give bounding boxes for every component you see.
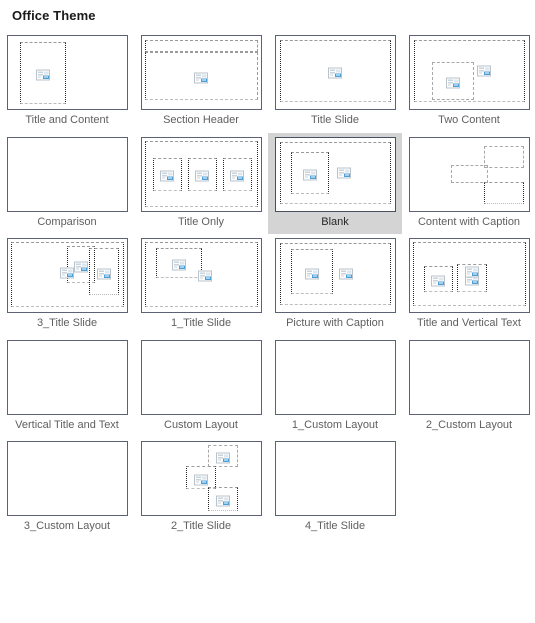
layout-row: 3_Custom Layout 2_Title Slide 4_Title Slid… bbox=[0, 437, 535, 539]
layout-item-3-custom-layout[interactable]: 3_Custom Layout bbox=[0, 437, 134, 539]
layout-thumbnail[interactable] bbox=[274, 238, 396, 313]
layout-item-title-and-vertical-text[interactable]: Title and Vertical Text bbox=[402, 234, 535, 336]
layout-placeholder-box bbox=[88, 248, 119, 295]
layout-item-label: Comparison bbox=[37, 215, 97, 228]
layout-placeholder-box bbox=[155, 248, 202, 278]
layout-placeholder-box bbox=[279, 40, 391, 102]
layout-thumbnail[interactable] bbox=[408, 238, 530, 313]
layout-item-label: Section Header bbox=[163, 114, 239, 126]
layout-placeholder-box bbox=[19, 42, 66, 104]
layout-item-label: 2_Custom Layout bbox=[425, 418, 513, 431]
slide-layout-gallery: Office Theme Title and Content Section He… bbox=[0, 0, 535, 623]
layout-placeholder-box bbox=[144, 52, 258, 100]
layout-item-label: Title and Content bbox=[25, 114, 109, 126]
layout-item-two-content[interactable]: Two Content bbox=[402, 31, 535, 133]
layout-item-label: 3_Custom Layout bbox=[23, 520, 111, 532]
layout-thumbnail[interactable] bbox=[274, 441, 396, 516]
layout-item-3-title-slide[interactable]: 3_Title Slide bbox=[0, 234, 134, 336]
layout-item-label: Two Content bbox=[438, 114, 500, 126]
layout-thumbnail[interactable] bbox=[408, 136, 530, 212]
layout-item-label: 3_Title Slide bbox=[36, 317, 98, 329]
layout-item-label: 1_Custom Layout bbox=[291, 418, 379, 431]
layout-item-1-custom-layout[interactable]: 1_Custom Layout bbox=[268, 336, 402, 438]
layout-item-label: Blank bbox=[321, 215, 349, 228]
layout-item-1-title-slide[interactable]: 1_Title Slide bbox=[134, 234, 268, 336]
layout-thumbnail[interactable] bbox=[140, 35, 262, 110]
layout-item-4-title-slide[interactable]: 4_Title Slide bbox=[268, 437, 402, 539]
layout-thumbnail[interactable] bbox=[6, 238, 128, 313]
layout-item-label: Picture with Caption bbox=[286, 317, 384, 329]
layout-thumbnail[interactable] bbox=[408, 339, 530, 415]
layout-item-section-header[interactable]: Section Header bbox=[134, 31, 268, 133]
layout-thumbnail[interactable] bbox=[6, 136, 128, 212]
layout-placeholder-box bbox=[290, 151, 329, 194]
layout-item-label: Title Only bbox=[177, 215, 225, 228]
layout-item-content-with-caption[interactable]: Content with Caption bbox=[402, 133, 535, 235]
layout-item-picture-with-caption[interactable]: Picture with Caption bbox=[268, 234, 402, 336]
layout-thumbnail[interactable] bbox=[6, 339, 128, 415]
layout-item-blank[interactable]: Blank bbox=[268, 132, 402, 234]
layout-placeholder-box bbox=[423, 266, 453, 292]
layout-row: Vertical Title and Text Custom Layout 1_Cu… bbox=[0, 336, 535, 438]
layout-item-2-title-slide[interactable]: 2_Title Slide bbox=[134, 437, 268, 539]
layout-item-label: Content with Caption bbox=[417, 215, 521, 228]
layout-thumbnail[interactable] bbox=[140, 441, 262, 516]
layout-item-label: Custom Layout bbox=[164, 418, 238, 431]
layout-placeholder-box bbox=[483, 181, 524, 204]
layout-item-title-and-content[interactable]: Title and Content bbox=[0, 31, 134, 133]
layout-placeholder-box bbox=[222, 157, 252, 191]
layout-placeholder-box bbox=[187, 157, 217, 191]
layout-item-label: Title and Vertical Text bbox=[417, 317, 521, 329]
layout-placeholder-box bbox=[207, 445, 238, 467]
layout-item-comparison[interactable]: Comparison bbox=[0, 133, 134, 235]
layout-thumbnail[interactable] bbox=[140, 136, 262, 212]
layout-placeholder-box bbox=[456, 264, 487, 292]
layout-item-label: Title Slide bbox=[311, 114, 359, 126]
layout-thumbnail[interactable] bbox=[140, 339, 262, 415]
layout-item-title-only[interactable]: Title Only bbox=[134, 133, 268, 235]
layout-item-custom-layout[interactable]: Custom Layout bbox=[134, 336, 268, 438]
layout-placeholder-box bbox=[185, 466, 216, 489]
layout-placeholder-box bbox=[152, 157, 182, 191]
layout-thumbnail[interactable] bbox=[274, 35, 396, 110]
layout-item-vertical-title-and-text[interactable]: Vertical Title and Text bbox=[0, 336, 134, 438]
layout-thumbnail[interactable] bbox=[140, 238, 262, 313]
layout-thumbnail[interactable] bbox=[408, 35, 530, 110]
layout-placeholder-box bbox=[207, 487, 238, 511]
layout-item-label: 4_Title Slide bbox=[304, 520, 366, 532]
layout-row: Title and Content Section Header Title Sli… bbox=[0, 31, 535, 133]
layout-item-2-custom-layout[interactable]: 2_Custom Layout bbox=[402, 336, 535, 438]
layout-item-title-slide[interactable]: Title Slide bbox=[268, 31, 402, 133]
layout-item-label: 1_Title Slide bbox=[170, 317, 232, 329]
layout-item-label: Vertical Title and Text bbox=[15, 418, 119, 431]
layout-grid: Title and Content Section Header Title Sli… bbox=[0, 31, 535, 539]
layout-thumbnail[interactable] bbox=[6, 35, 128, 110]
layout-placeholder-box bbox=[290, 249, 333, 294]
layout-row: Comparison Title Only Blank Content with Ca… bbox=[0, 132, 535, 235]
layout-placeholder-box bbox=[144, 40, 258, 52]
layout-placeholder-box bbox=[431, 62, 474, 100]
layout-item-label: 2_Title Slide bbox=[170, 520, 232, 532]
layout-thumbnail[interactable] bbox=[274, 339, 396, 415]
layout-placeholder-box bbox=[450, 164, 488, 183]
layout-placeholder-box bbox=[483, 145, 524, 168]
layout-group-title: Office Theme bbox=[12, 8, 96, 23]
layout-thumbnail[interactable] bbox=[274, 136, 396, 212]
layout-row: 3_Title Slide 1_Title Slide Picture with C… bbox=[0, 234, 535, 336]
layout-thumbnail[interactable] bbox=[6, 441, 128, 516]
